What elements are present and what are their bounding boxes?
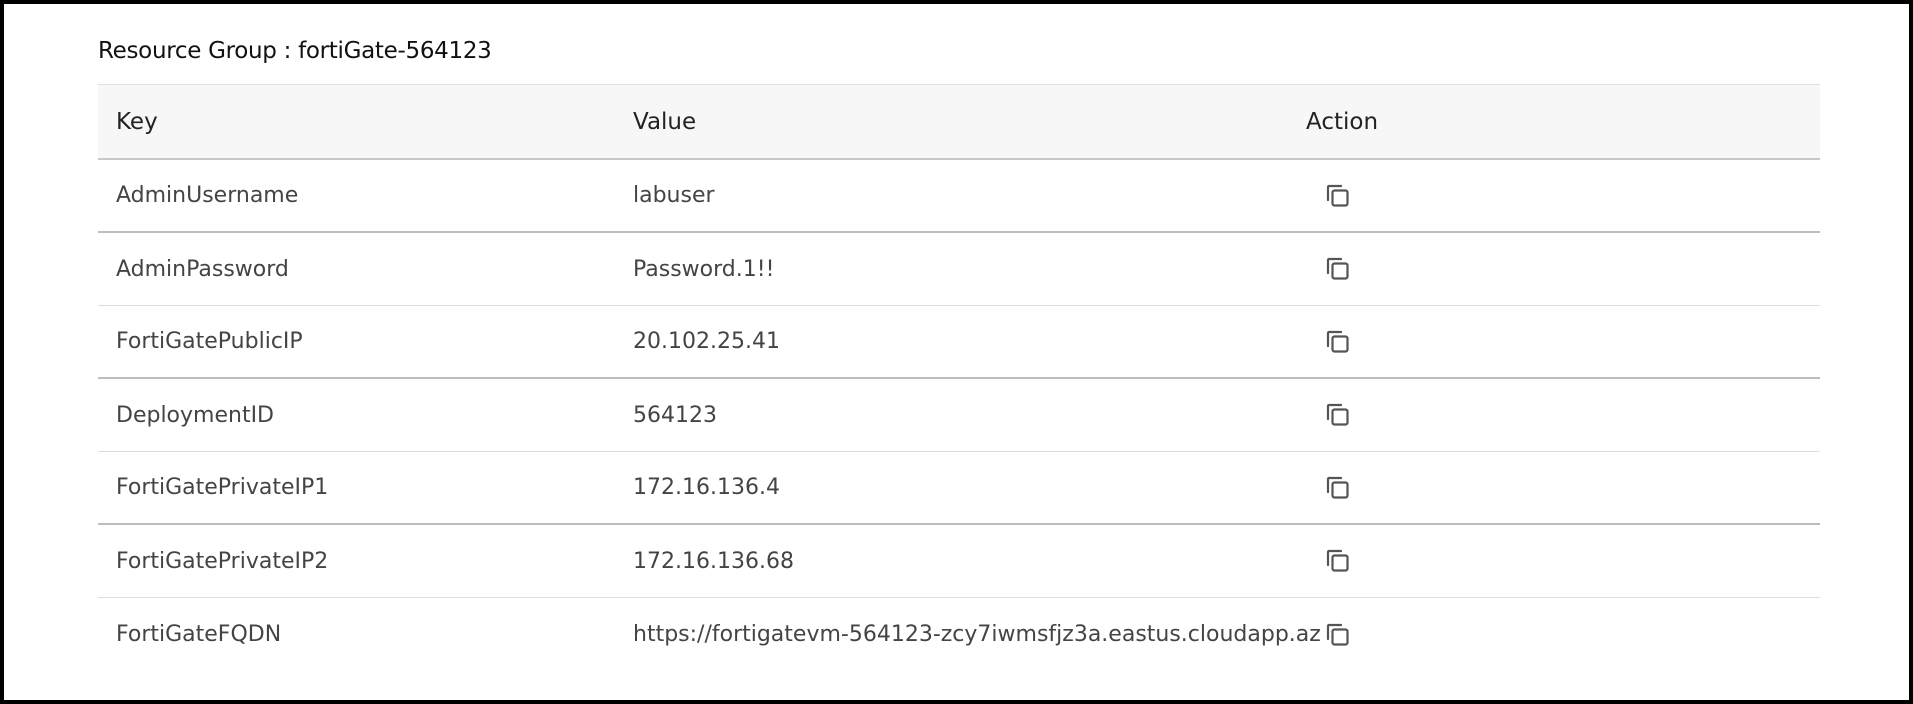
table-row: AdminPassword Password.1!! — [98, 233, 1820, 306]
copy-button[interactable] — [1324, 474, 1352, 502]
copy-icon — [1326, 184, 1349, 207]
copy-icon — [1326, 403, 1349, 426]
row-value: 20.102.25.41 — [633, 329, 780, 354]
row-value: labuser — [633, 183, 715, 208]
copy-icon — [1326, 330, 1349, 353]
table-row: FortiGatePrivateIP1 172.16.136.4 — [98, 452, 1820, 525]
row-key: FortiGatePrivateIP2 — [116, 548, 329, 574]
credentials-table: Key Value Action AdminUsername labuser A… — [98, 84, 1820, 671]
header-value: Value — [633, 108, 697, 135]
copy-icon — [1326, 549, 1349, 572]
table-row: FortiGatePrivateIP2 172.16.136.68 — [98, 525, 1820, 598]
row-key: AdminPassword — [116, 256, 289, 282]
row-value: Password.1!! — [633, 256, 775, 282]
row-value: 564123 — [633, 402, 717, 428]
resource-group-title: Resource Group : fortiGate-564123 — [98, 38, 492, 64]
row-value: https://fortigatevm-564123-zcy7iwmsfjz3a… — [633, 622, 1321, 647]
copy-button[interactable] — [1324, 401, 1352, 429]
header-action: Action — [1306, 108, 1379, 135]
row-value: 172.16.136.4 — [633, 475, 780, 500]
page-frame: Resource Group : fortiGate-564123 Key Va… — [0, 0, 1913, 704]
header-key: Key — [116, 108, 158, 135]
row-key: FortiGatePublicIP — [116, 329, 303, 354]
table-header-row: Key Value Action — [98, 85, 1820, 160]
table-row: AdminUsername labuser — [98, 160, 1820, 233]
copy-button[interactable] — [1324, 621, 1352, 649]
row-key: FortiGateFQDN — [116, 622, 282, 647]
copy-button[interactable] — [1324, 328, 1352, 356]
table-row: FortiGateFQDN https://fortigatevm-564123… — [98, 598, 1820, 671]
copy-button[interactable] — [1324, 547, 1352, 575]
table-row: DeploymentID 564123 — [98, 379, 1820, 452]
table-row: FortiGatePublicIP 20.102.25.41 — [98, 306, 1820, 379]
row-key: FortiGatePrivateIP1 — [116, 475, 329, 500]
copy-icon — [1326, 476, 1349, 499]
copy-button[interactable] — [1324, 255, 1352, 283]
row-value: 172.16.136.68 — [633, 548, 794, 574]
row-key: AdminUsername — [116, 183, 299, 208]
copy-icon — [1326, 623, 1349, 646]
row-key: DeploymentID — [116, 402, 274, 428]
copy-icon — [1326, 257, 1349, 280]
copy-button[interactable] — [1324, 182, 1352, 210]
